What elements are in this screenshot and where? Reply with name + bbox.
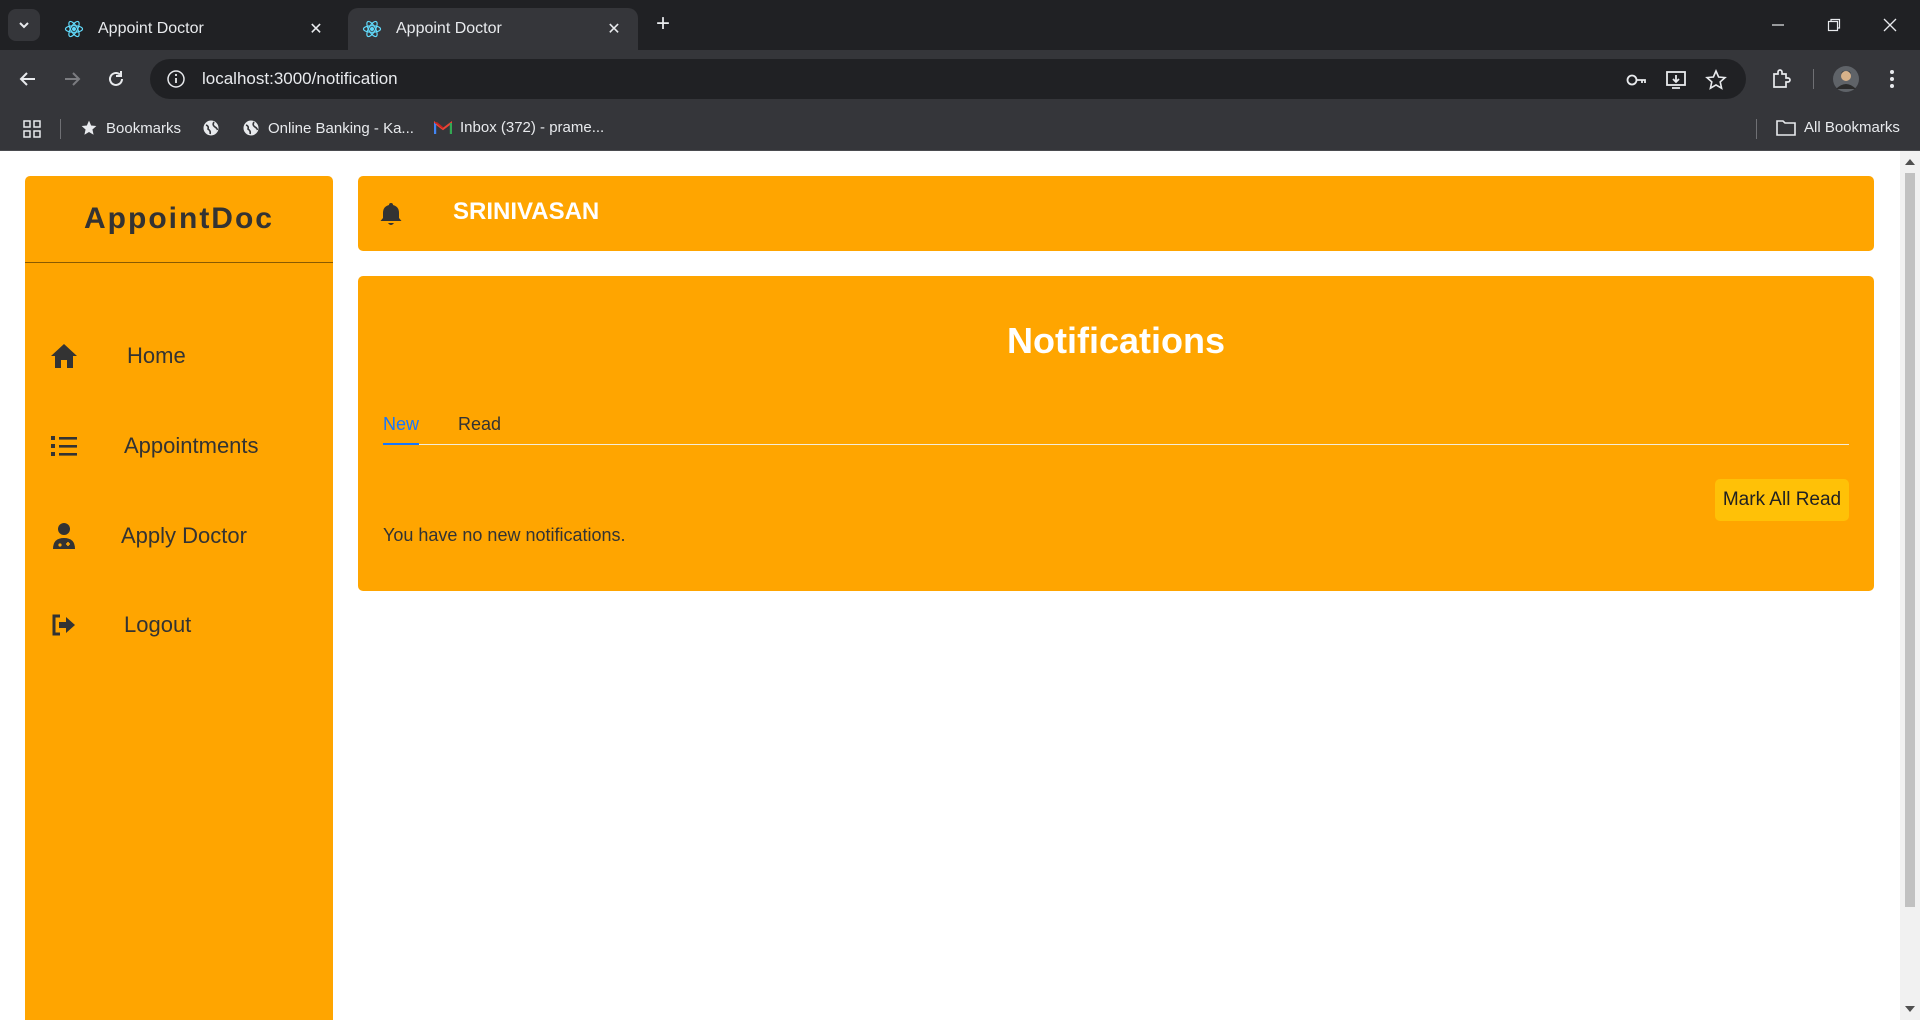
minimize-button[interactable] (1750, 0, 1806, 50)
mark-all-read-button[interactable]: Mark All Read (1715, 479, 1849, 521)
tab-title: Appoint Doctor (98, 20, 204, 37)
all-bookmarks-label: All Bookmarks (1804, 119, 1900, 136)
close-icon[interactable]: ✕ (604, 19, 624, 39)
all-bookmarks-button[interactable]: All Bookmarks (1776, 119, 1900, 136)
folder-icon (1776, 120, 1796, 136)
notification-tabs: New Read (383, 396, 1849, 445)
bookmarks-divider (1756, 119, 1757, 139)
bookmark-label: Bookmarks (106, 119, 182, 137)
sidebar-item-label: Apply Doctor (121, 523, 247, 548)
empty-message: You have no new notifications. (383, 525, 626, 545)
bookmark-item[interactable]: Inbox (372) - prame... (434, 119, 604, 136)
new-tab-button[interactable]: + (650, 12, 676, 38)
toolbar-divider (1813, 69, 1814, 89)
top-header: SRINIVASAN (358, 176, 1874, 251)
sidebar-item-logout[interactable]: Logout (25, 595, 333, 655)
page-viewport: AppointDoc Home Appointments Apply Docto… (0, 151, 1900, 1020)
sidebar-item-appointments[interactable]: Appointments (25, 416, 333, 476)
tab-title: Appoint Doctor (396, 20, 502, 37)
restore-button[interactable] (1806, 0, 1862, 50)
browser-tab-2[interactable]: Appoint Doctor ✕ (348, 8, 638, 50)
globe-icon (243, 120, 259, 136)
avatar (1833, 66, 1859, 92)
active-tab-indicator (383, 443, 419, 445)
page-title: Notifications (1006, 320, 1225, 361)
reload-button[interactable] (100, 63, 132, 95)
sidebar-item-label: Logout (124, 612, 192, 637)
globe-icon (203, 120, 219, 136)
browser-tab-1[interactable]: Appoint Doctor ✕ (50, 8, 340, 50)
bookmark-item[interactable]: Bookmarks (80, 119, 181, 137)
password-key-icon[interactable] (1624, 68, 1648, 92)
sidebar: AppointDoc Home Appointments Apply Docto… (25, 176, 333, 1020)
close-icon (1883, 18, 1897, 32)
back-button[interactable] (12, 63, 44, 95)
forward-button[interactable] (56, 63, 88, 95)
close-icon[interactable]: ✕ (306, 19, 326, 39)
browser-menu-button[interactable] (1876, 63, 1908, 95)
bookmark-item[interactable]: Online Banking - Ka... (242, 119, 414, 137)
bookmark-star-icon[interactable] (1704, 68, 1728, 92)
apps-button[interactable] (22, 119, 50, 139)
bookmark-label: Online Banking - Ka... (268, 119, 414, 137)
bookmarks-bar: Bookmarks Online Banking - Ka... Inbox (… (0, 108, 1920, 151)
url-text: localhost:3000/notification (202, 69, 398, 88)
bell-icon[interactable] (378, 201, 404, 227)
bookmark-label: Inbox (372) - prame... (460, 119, 605, 136)
scroll-up-icon[interactable] (1905, 159, 1915, 165)
puzzle-icon (1773, 69, 1791, 88)
arrow-right-icon (65, 72, 81, 86)
tab-read[interactable]: Read (458, 414, 501, 435)
home-icon (49, 341, 79, 371)
app-logo: AppointDoc (25, 176, 333, 263)
chevron-down-icon (19, 22, 29, 29)
install-app-icon[interactable] (1664, 68, 1688, 92)
react-icon (362, 20, 382, 38)
user-name: SRINIVASAN (453, 198, 600, 225)
profile-button[interactable] (1830, 63, 1862, 95)
gmail-icon (434, 120, 452, 134)
site-info-icon[interactable] (156, 69, 196, 89)
restore-icon (1827, 18, 1841, 32)
tab-search-button[interactable] (8, 9, 40, 41)
react-icon (64, 20, 84, 38)
sidebar-item-home[interactable]: Home (25, 326, 333, 386)
notifications-card: Notifications New Read Mark All Read You… (358, 276, 1874, 591)
bookmarks-divider (60, 119, 61, 139)
list-icon (49, 431, 79, 461)
close-window-button[interactable] (1862, 0, 1918, 50)
star-icon (81, 120, 97, 135)
arrow-left-icon (19, 72, 35, 86)
doctor-icon (49, 521, 79, 551)
sidebar-item-label: Home (127, 343, 186, 368)
bookmark-item[interactable] (202, 119, 228, 137)
minimize-icon (1772, 24, 1784, 26)
reload-icon (109, 71, 123, 86)
tab-new[interactable]: New (383, 414, 419, 435)
address-bar[interactable]: localhost:3000/notification (150, 59, 1746, 99)
sidebar-item-label: Appointments (124, 433, 259, 458)
logout-icon (49, 610, 79, 640)
apps-grid-icon (23, 120, 41, 138)
browser-toolbar: localhost:3000/notification (0, 50, 1920, 108)
sidebar-item-apply-doctor[interactable]: Apply Doctor (25, 506, 333, 566)
browser-tabstrip: Appoint Doctor ✕ Appoint Doctor ✕ + (0, 0, 1920, 50)
scrollbar-thumb[interactable] (1905, 173, 1915, 907)
kebab-menu-icon (1890, 70, 1894, 88)
extensions-button[interactable] (1765, 63, 1797, 95)
scroll-down-icon[interactable] (1905, 1006, 1915, 1012)
page-scrollbar[interactable] (1900, 151, 1920, 1020)
